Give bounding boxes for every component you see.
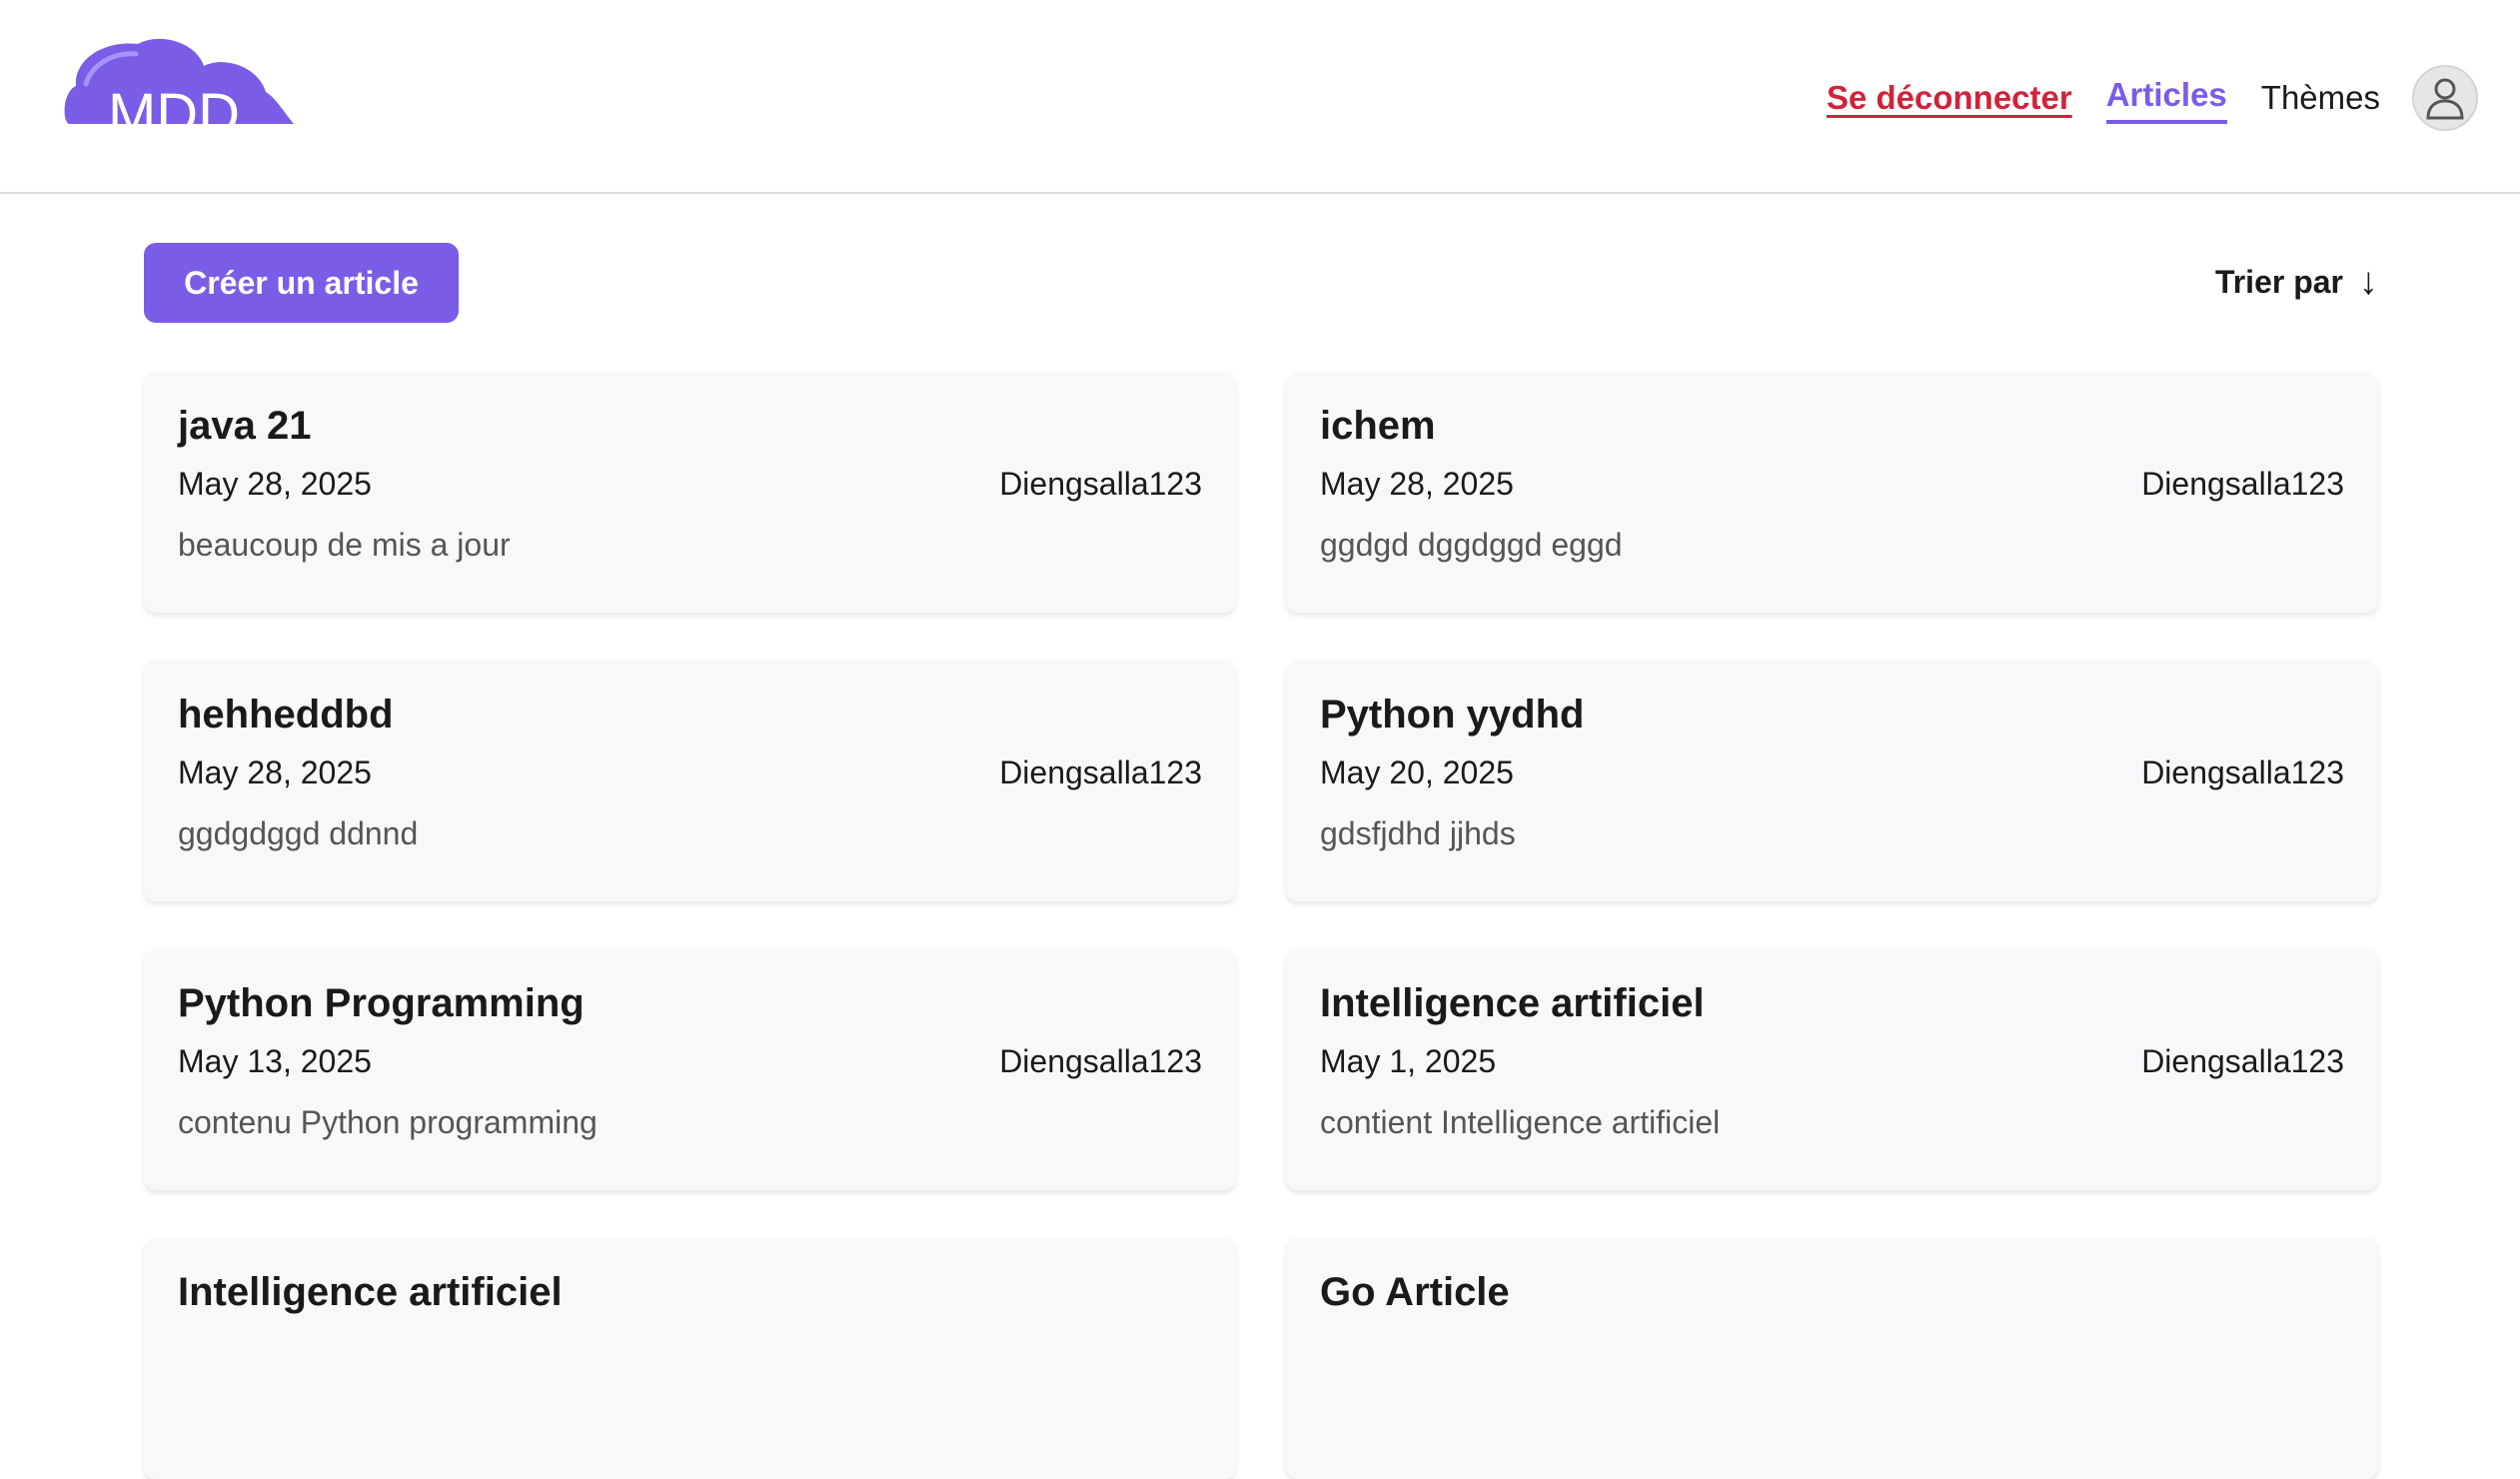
article-card[interactable]: ichem May 28, 2025 Diengsalla123 ggdgd d… — [1286, 372, 2378, 613]
articles-grid: java 21 May 28, 2025 Diengsalla123 beauc… — [144, 372, 2378, 1479]
user-avatar[interactable] — [2412, 65, 2478, 131]
article-date: May 20, 2025 — [1320, 754, 1514, 790]
article-author: Diengsalla123 — [999, 754, 1202, 790]
article-meta: May 1, 2025 Diengsalla123 — [1320, 1043, 2344, 1080]
main-nav: Se déconnecter Articles Thèmes — [1793, 60, 2478, 136]
article-author: Diengsalla123 — [2141, 754, 2344, 790]
article-meta: May 28, 2025 Diengsalla123 — [178, 754, 1202, 791]
article-author: Diengsalla123 — [2141, 1043, 2344, 1079]
article-title: Python Programming — [178, 981, 585, 1025]
arrow-down-icon: ↓ — [2359, 261, 2378, 303]
article-card[interactable]: Python yydhd May 20, 2025 Diengsalla123 … — [1286, 661, 2378, 901]
article-date: May 13, 2025 — [178, 1043, 372, 1079]
svg-text:MDD: MDD — [108, 82, 240, 144]
article-meta: May 20, 2025 Diengsalla123 — [1320, 754, 2344, 791]
sort-control[interactable]: Trier par ↓ — [2215, 261, 2378, 304]
article-card[interactable]: Go Article — [1286, 1238, 2378, 1479]
article-meta: May 28, 2025 Diengsalla123 — [1320, 466, 2344, 503]
article-content: gdsfjdhd jjhds — [1320, 815, 1516, 851]
article-date: May 28, 2025 — [178, 466, 372, 502]
article-author: Diengsalla123 — [999, 1043, 1202, 1079]
article-title: Go Article — [1320, 1270, 1510, 1314]
article-card[interactable]: Intelligence artificiel May 1, 2025 Dien… — [1286, 949, 2378, 1190]
article-date: May 28, 2025 — [178, 754, 372, 790]
mdd-logo[interactable]: MDD — [62, 36, 296, 147]
article-title: Intelligence artificiel — [1320, 981, 1705, 1025]
article-title: java 21 — [178, 404, 312, 448]
article-card[interactable]: java 21 May 28, 2025 Diengsalla123 beauc… — [144, 372, 1236, 613]
article-title: Intelligence artificiel — [178, 1270, 563, 1314]
nav-articles-link[interactable]: Articles — [2105, 72, 2227, 124]
article-content: ggdgdggd ddnnd — [178, 815, 419, 851]
article-meta: May 28, 2025 Diengsalla123 — [178, 466, 1202, 503]
nav-themes-link[interactable]: Thèmes — [2261, 75, 2380, 121]
articles-toolbar: Créer un article Trier par ↓ — [144, 243, 2378, 323]
article-date: May 28, 2025 — [1320, 466, 1514, 502]
article-content: beaucoup de mis a jour — [178, 527, 511, 563]
article-title: ichem — [1320, 404, 1436, 448]
article-date: May 1, 2025 — [1320, 1043, 1497, 1079]
article-author: Diengsalla123 — [2141, 466, 2344, 502]
app-header: MDD Se déconnecter Articles Thèmes — [0, 0, 2520, 194]
article-meta: May 13, 2025 Diengsalla123 — [178, 1043, 1202, 1080]
article-title: Python yydhd — [1320, 693, 1585, 737]
create-article-button[interactable]: Créer un article — [144, 243, 459, 323]
sort-label: Trier par — [2214, 264, 2343, 300]
article-card[interactable]: Python Programming May 13, 2025 Diengsal… — [144, 949, 1236, 1190]
article-author: Diengsalla123 — [999, 466, 1202, 502]
logout-link[interactable]: Se déconnecter — [1827, 75, 2072, 121]
article-content: contenu Python programming — [178, 1104, 598, 1140]
article-card[interactable]: hehheddbd May 28, 2025 Diengsalla123 ggd… — [144, 661, 1236, 901]
article-title: hehheddbd — [178, 693, 394, 737]
user-icon — [2426, 78, 2464, 120]
article-card[interactable]: Intelligence artificiel — [144, 1238, 1236, 1479]
article-content: contient Intelligence artificiel — [1320, 1104, 1721, 1140]
article-content: ggdgd dggdggd eggd — [1320, 527, 1623, 563]
